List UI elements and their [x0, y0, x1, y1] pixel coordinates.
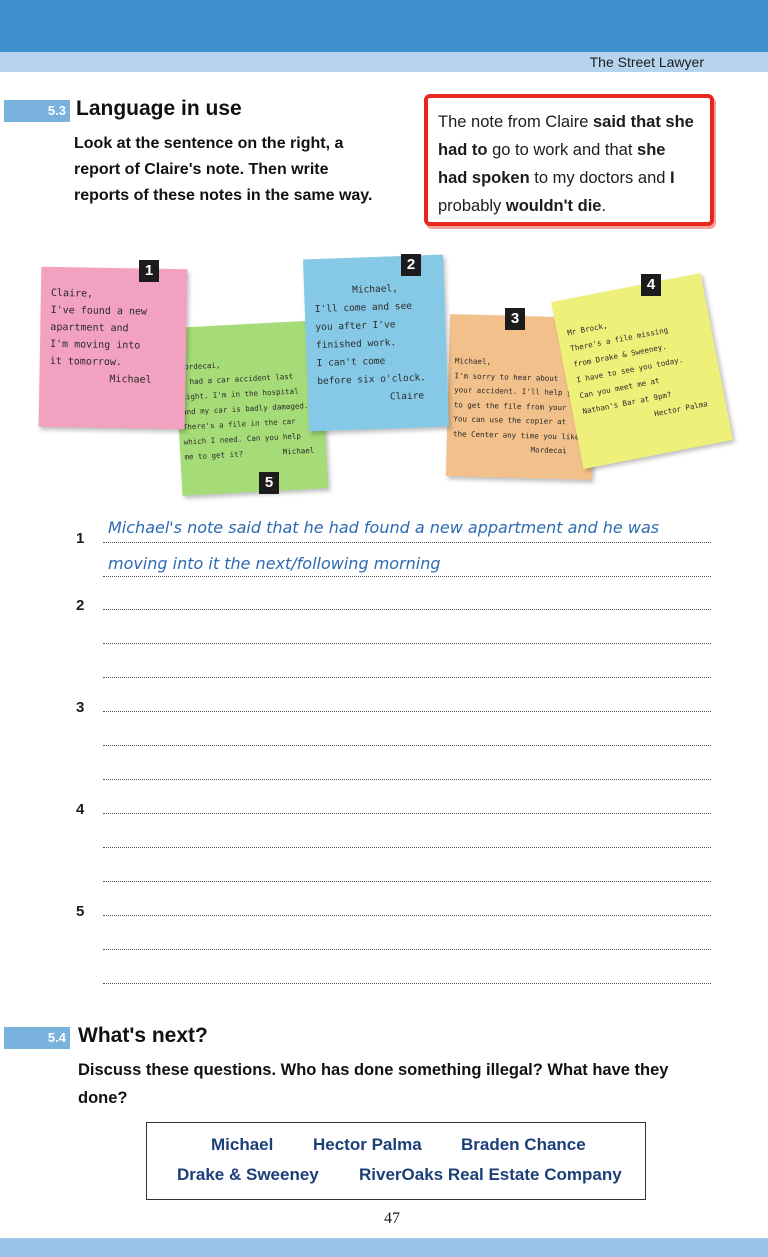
answer-line[interactable] — [103, 779, 711, 780]
instruction-line: reports of these notes in the same way. — [74, 187, 373, 204]
example-line: probably wouldn't die. — [438, 197, 607, 215]
answer-line[interactable] — [103, 643, 711, 644]
name-riveroaks: RiverOaks Real Estate Company — [359, 1165, 622, 1184]
sticky-note-4: Mr Brock, There's a file missing from Dr… — [551, 273, 733, 469]
handwritten-answer-1-continued: moving into it the next/following mornin… — [108, 554, 441, 573]
section-tag-5-4: 5.4 — [4, 1027, 70, 1049]
example-line: had spoken to my doctors and I — [438, 169, 675, 187]
instructions: Look at the sentence on the right, a rep… — [74, 131, 372, 209]
name-hector-palma: Hector Palma — [313, 1135, 422, 1154]
book-title: The Street Lawyer — [589, 54, 704, 70]
answer-line[interactable] — [103, 609, 711, 610]
sticky-note-1: Claire, I've found a new apartment and I… — [38, 266, 188, 430]
section-title-whats-next: What's next? — [78, 1024, 208, 1047]
answer-line[interactable] — [103, 949, 711, 950]
question-number-3: 3 — [76, 699, 85, 716]
note-number-5: 5 — [259, 472, 279, 494]
note-number-3: 3 — [505, 308, 525, 330]
question-number-2: 2 — [76, 597, 85, 614]
answer-line[interactable] — [103, 881, 711, 882]
handwritten-answer-1: Michael's note said that he had found a … — [108, 518, 660, 537]
question-number-5: 5 — [76, 903, 85, 920]
answer-line[interactable] — [103, 847, 711, 848]
answer-line[interactable] — [103, 813, 711, 814]
page-number: 47 — [384, 1210, 400, 1227]
answer-line[interactable] — [103, 915, 711, 916]
note-number-2: 2 — [401, 254, 421, 276]
answer-line[interactable] — [103, 745, 711, 746]
section-title-language-in-use: Language in use — [76, 97, 242, 120]
answer-line[interactable] — [103, 576, 711, 577]
question-number-4: 4 — [76, 801, 85, 818]
question-number-1: 1 — [76, 530, 85, 547]
answer-line[interactable] — [103, 983, 711, 984]
sticky-note-2: Michael, I'll come and see you after I'v… — [303, 254, 449, 432]
discussion-text: Discuss these questions. Who has done so… — [78, 1061, 669, 1107]
answer-line[interactable] — [103, 677, 711, 678]
note-number-1: 1 — [139, 260, 159, 282]
answer-line[interactable] — [103, 542, 711, 543]
note-number-4: 4 — [641, 274, 661, 296]
name-drake-sweeney: Drake & Sweeney — [177, 1165, 319, 1184]
example-sentence-box: The note from Claire said that she had t… — [424, 94, 714, 226]
section-tag-5-3: 5.3 — [4, 100, 70, 122]
answer-line[interactable] — [103, 711, 711, 712]
name-braden-chance: Braden Chance — [461, 1135, 586, 1154]
example-line: The note from Claire said that she — [438, 113, 694, 131]
name-michael: Michael — [211, 1135, 274, 1154]
example-line: had to go to work and that she — [438, 141, 666, 159]
names-box: Michael Hector Palma Braden Chance Drake… — [146, 1122, 646, 1200]
instruction-line: Look at the sentence on the right, a — [74, 135, 344, 152]
top-banner — [0, 0, 768, 52]
instruction-line: report of Claire's note. Then write — [74, 161, 329, 178]
bottom-strip — [0, 1238, 768, 1257]
